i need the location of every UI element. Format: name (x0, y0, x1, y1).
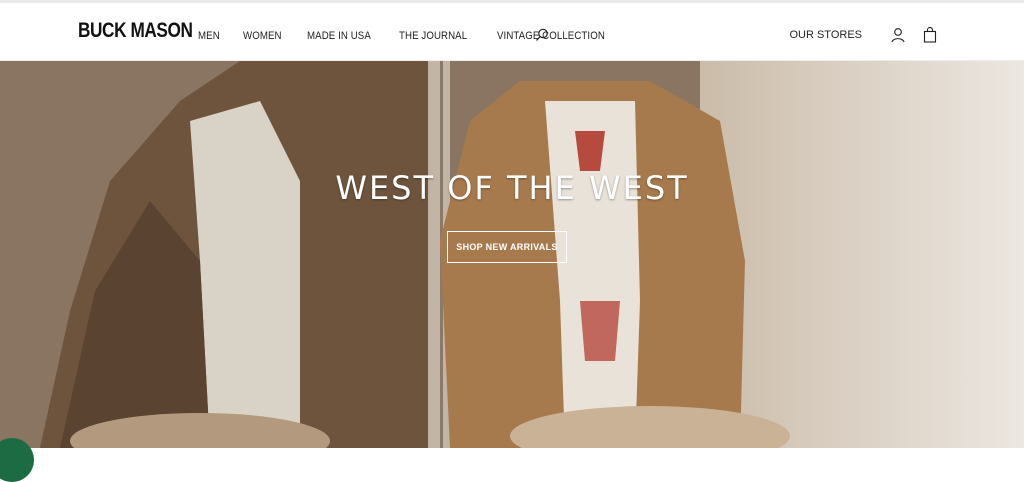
nav-item-made-in-usa[interactable]: MADE IN USA (307, 30, 371, 42)
main-nav: MEN WOMEN MADE IN USA THE JOURNAL VINTAG… (198, 30, 639, 42)
shopping-bag-icon[interactable] (922, 27, 938, 43)
nav-item-vintage-collection[interactable]: VINTAGE COLLECTION (497, 30, 605, 42)
site-header: BUCK MASON MEN WOMEN MADE IN USA THE JOU… (0, 3, 1024, 61)
nav-item-women[interactable]: WOMEN (243, 30, 282, 42)
nav-item-men[interactable]: MEN (198, 30, 220, 42)
brand-logo[interactable]: BUCK MASON (78, 19, 193, 43)
hero-banner: WEST OF THE WEST SHOP NEW ARRIVALS (0, 61, 1024, 448)
utility-nav: OUR STORES (789, 27, 938, 43)
our-stores-link[interactable]: OUR STORES (789, 29, 862, 41)
nav-item-the-journal[interactable]: THE JOURNAL (399, 30, 467, 42)
search-icon[interactable] (535, 28, 549, 42)
user-icon[interactable] (890, 27, 906, 43)
hero-headline: WEST OF THE WEST (335, 169, 689, 207)
shop-new-arrivals-button[interactable]: SHOP NEW ARRIVALS (447, 231, 567, 263)
